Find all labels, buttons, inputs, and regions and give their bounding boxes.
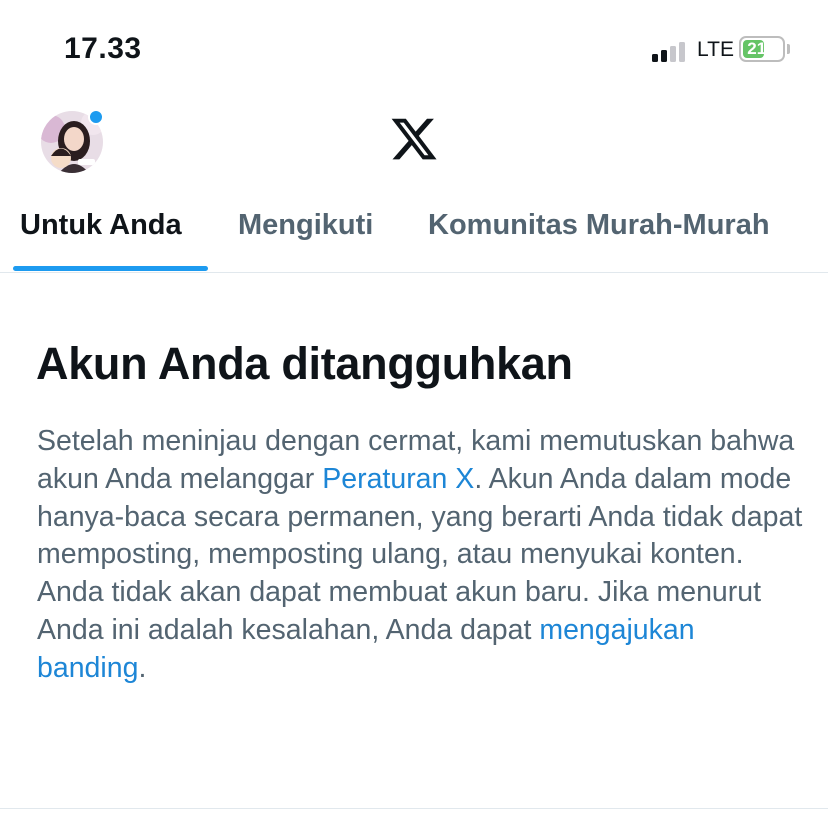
suspension-message: Setelah meninjau dengan cermat, kami mem… xyxy=(37,423,807,688)
timeline-tabs: Untuk Anda Mengikuti Komunitas Murah-Mur… xyxy=(0,200,828,273)
tab-mengikuti[interactable]: Mengikuti xyxy=(238,209,373,242)
battery-level: 21⚡ xyxy=(747,39,777,58)
tab-untuk-anda[interactable]: Untuk Anda xyxy=(20,209,182,242)
battery-cap xyxy=(787,44,790,54)
battery-icon: 21⚡ xyxy=(739,36,785,62)
message-text-3: . xyxy=(138,651,147,684)
status-bar: 17.33 LTE 21⚡ xyxy=(0,0,828,100)
notification-dot xyxy=(88,109,104,125)
cellular-signal-icon xyxy=(652,40,692,62)
network-type: LTE xyxy=(697,38,734,61)
suspension-title: Akun Anda ditangguhkan xyxy=(36,338,573,389)
status-time: 17.33 xyxy=(64,32,142,65)
tab-komunitas[interactable]: Komunitas Murah-Murah xyxy=(428,209,770,242)
x-logo-icon[interactable] xyxy=(389,114,439,164)
x-logo-svg xyxy=(391,118,437,160)
active-tab-indicator xyxy=(13,266,208,271)
bottom-divider xyxy=(0,808,828,809)
rules-link[interactable]: Peraturan X xyxy=(322,463,474,495)
